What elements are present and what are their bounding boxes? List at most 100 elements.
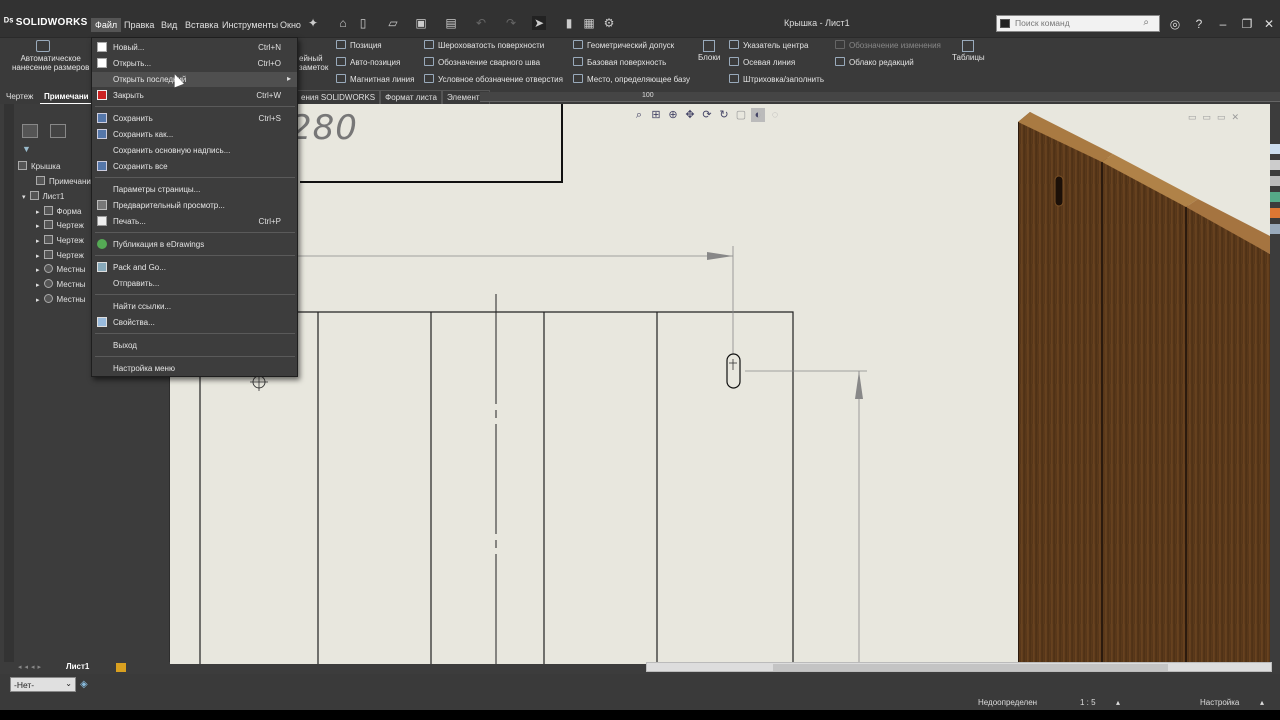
blocks-icon[interactable] bbox=[703, 40, 715, 52]
menu-edit[interactable]: Правка bbox=[120, 18, 158, 32]
open-folder-icon[interactable]: ▱ bbox=[386, 16, 400, 30]
center-mark-button[interactable]: Указатель центра bbox=[729, 40, 808, 50]
sheet-tab[interactable]: Лист1 bbox=[66, 662, 89, 671]
magnetic-line-button[interactable]: Магнитная линия bbox=[336, 74, 414, 84]
zoom-to-fit-icon[interactable]: ⌕ bbox=[632, 108, 646, 122]
tree-item-view[interactable]: ▸ Чертеж bbox=[36, 250, 84, 260]
menu-item-save-as[interactable]: Сохранить как... bbox=[92, 127, 297, 142]
menu-item-send[interactable]: Отправить... bbox=[92, 276, 297, 291]
add-sheet-icon[interactable] bbox=[116, 663, 126, 672]
menu-view[interactable]: Вид bbox=[157, 18, 181, 32]
balloon-button[interactable]: Позиция bbox=[336, 40, 382, 50]
tables-button[interactable]: Таблицы bbox=[952, 53, 985, 62]
revision-cloud-button[interactable]: Облако редакций bbox=[835, 57, 914, 67]
menu-item-save[interactable]: Сохранить Ctrl+S bbox=[92, 111, 297, 126]
property-manager-tab-icon[interactable] bbox=[50, 124, 66, 138]
tab-drawing[interactable]: Чертеж bbox=[2, 90, 37, 104]
layer-select[interactable]: -Нет- ⌄ bbox=[10, 677, 76, 692]
filter-icon[interactable]: ▼ bbox=[22, 144, 31, 154]
search-commands-input[interactable]: Поиск команд ⌕ bbox=[996, 15, 1160, 32]
menu-item-new[interactable]: Новый... Ctrl+N bbox=[92, 40, 297, 55]
menu-item-customize-menu[interactable]: Настройка меню bbox=[92, 361, 297, 376]
menu-item-save-all[interactable]: Сохранить все bbox=[92, 159, 297, 174]
resources-tab-icon[interactable] bbox=[1270, 144, 1280, 154]
expand-arrow-icon[interactable]: ▸ bbox=[36, 238, 40, 245]
save-icon[interactable]: ▣ bbox=[414, 16, 428, 30]
view-orientation-icon[interactable]: ▢ bbox=[734, 108, 748, 122]
close-button[interactable]: ✕ bbox=[1260, 16, 1278, 32]
file-explorer-icon[interactable] bbox=[1270, 176, 1280, 186]
blocks-button[interactable]: Блоки bbox=[698, 53, 720, 62]
feature-tree-tab-icon[interactable] bbox=[22, 124, 38, 138]
print-icon[interactable]: ▤ bbox=[444, 16, 458, 30]
expand-arrow-icon[interactable]: ▸ bbox=[36, 282, 40, 289]
menu-item-close[interactable]: Закрыть Ctrl+W bbox=[92, 88, 297, 103]
tree-item-detail-view[interactable]: ▸ Местны bbox=[36, 294, 86, 304]
display-style-icon[interactable]: ◐ bbox=[751, 108, 765, 122]
file-properties-icon[interactable]: ▦ bbox=[582, 16, 596, 30]
scrollbar-thumb[interactable] bbox=[773, 664, 1168, 671]
tree-item-annotations[interactable]: Примечани bbox=[36, 176, 91, 186]
menu-item-print[interactable]: Печать... Ctrl+P bbox=[92, 214, 297, 229]
solidworks-logo[interactable]: ᴰˢ SOLIDWORKS bbox=[4, 16, 88, 28]
revision-symbol-button[interactable]: Обозначение изменения bbox=[835, 40, 941, 50]
view-palette-icon[interactable] bbox=[1270, 192, 1280, 202]
auto-dimension-icon[interactable] bbox=[36, 40, 50, 52]
auto-balloon-button[interactable]: Авто-позиция bbox=[336, 57, 400, 67]
tab-annotation[interactable]: Примечани bbox=[40, 90, 93, 104]
sheet-nav-arrows[interactable]: ◂◂◂▸ bbox=[18, 663, 44, 671]
zoom-to-area-icon[interactable]: ⊞ bbox=[649, 108, 663, 122]
new-document-icon[interactable]: ▯ bbox=[356, 16, 370, 30]
menu-item-find-references[interactable]: Найти ссылки... bbox=[92, 299, 297, 314]
pan-icon[interactable]: ✥ bbox=[683, 108, 697, 122]
expand-arrow-icon[interactable]: ▸ bbox=[36, 297, 40, 304]
user-account-icon[interactable]: ◎ bbox=[1166, 16, 1184, 32]
minimize-button[interactable]: – bbox=[1214, 16, 1232, 32]
menu-insert[interactable]: Вставка bbox=[181, 18, 222, 32]
weld-symbol-button[interactable]: Обозначение сварного шва bbox=[424, 57, 540, 67]
tree-item-view[interactable]: ▸ Чертеж bbox=[36, 220, 84, 230]
expand-arrow-icon[interactable]: ▾ bbox=[22, 194, 26, 201]
tree-item-view[interactable]: ▸ Чертеж bbox=[36, 235, 84, 245]
pin-icon[interactable]: ✦ bbox=[306, 16, 320, 30]
menu-file[interactable]: Файл bbox=[91, 18, 122, 32]
hatch-fill-button[interactable]: Штриховка/заполнить bbox=[729, 74, 824, 84]
scale-up-icon[interactable]: ▴ bbox=[1116, 698, 1120, 707]
tab-solidworks-addins[interactable]: ения SOLIDWORKS bbox=[296, 90, 381, 104]
tree-item-detail-view[interactable]: ▸ Местны bbox=[36, 264, 86, 274]
menu-item-open-recent[interactable]: Открыть последний ▸ bbox=[92, 72, 297, 87]
menu-item-pack-and-go[interactable]: Pack and Go... bbox=[92, 260, 297, 275]
layer-properties-icon[interactable]: ◈ bbox=[80, 679, 88, 690]
help-icon[interactable]: ? bbox=[1190, 16, 1208, 32]
menu-item-print-preview[interactable]: Предварительный просмотр... bbox=[92, 198, 297, 213]
menu-tools[interactable]: Инструменты bbox=[218, 18, 282, 32]
3d-part-preview[interactable] bbox=[1018, 104, 1270, 664]
surface-finish-button[interactable]: Шероховатость поверхности bbox=[424, 40, 544, 50]
centerline-button[interactable]: Осевая линия bbox=[729, 57, 795, 67]
appearances-icon[interactable] bbox=[1270, 208, 1280, 218]
auto-dimension-button[interactable]: Автоматическое нанесение размеров bbox=[12, 54, 89, 72]
tree-root[interactable]: Крышка bbox=[18, 161, 60, 171]
tab-sheet-format[interactable]: Формат листа bbox=[380, 90, 442, 104]
apply-scene-icon[interactable]: ◌ bbox=[768, 108, 782, 122]
rotate-icon[interactable]: ⟳ bbox=[700, 108, 714, 122]
restore-button[interactable]: ❐ bbox=[1238, 16, 1256, 32]
note-group-fragment[interactable]: ейный заметок bbox=[299, 54, 328, 72]
expand-arrow-icon[interactable]: ▸ bbox=[36, 267, 40, 274]
datum-target-button[interactable]: Место, определяющее базу bbox=[573, 74, 690, 84]
dimension-text[interactable]: 280 bbox=[290, 108, 358, 148]
menu-item-exit[interactable]: Выход bbox=[92, 338, 297, 353]
menu-item-page-setup[interactable]: Параметры страницы... bbox=[92, 182, 297, 197]
hole-callout-button[interactable]: Условное обозначение отверстия bbox=[424, 74, 563, 84]
options-gear-icon[interactable]: ⚙ bbox=[602, 16, 616, 30]
zoom-in-out-icon[interactable]: ⊕ bbox=[666, 108, 680, 122]
tree-item-format[interactable]: ▸ Форма bbox=[36, 206, 81, 216]
design-library-icon[interactable] bbox=[1270, 160, 1280, 170]
home-icon[interactable]: ⌂ bbox=[336, 16, 350, 30]
settings-up-icon[interactable]: ▴ bbox=[1260, 698, 1264, 707]
tables-icon[interactable] bbox=[962, 40, 974, 52]
horizontal-scrollbar[interactable] bbox=[646, 662, 1272, 672]
select-pointer-icon[interactable]: ➤ bbox=[532, 16, 546, 30]
traffic-light-icon[interactable]: ▮ bbox=[562, 16, 576, 30]
redraw-icon[interactable]: ↻ bbox=[717, 108, 731, 122]
